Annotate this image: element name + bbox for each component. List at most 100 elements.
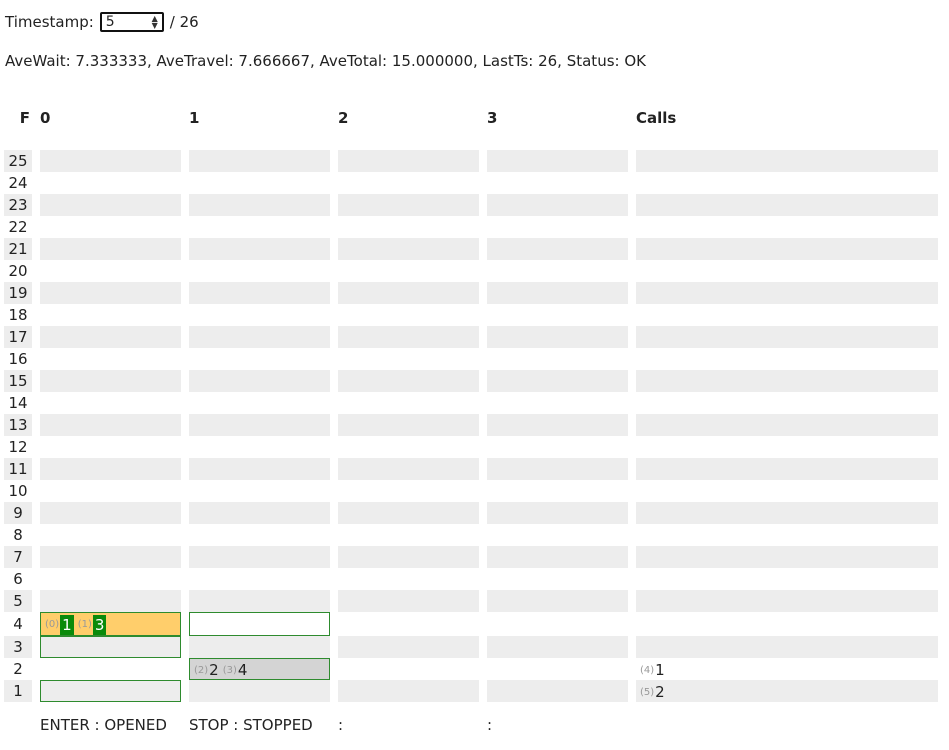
passenger-tag: (2) 2: [194, 661, 219, 679]
elevator-cell: [189, 238, 330, 260]
elevator-cell: [189, 680, 330, 702]
floor-number: 17: [4, 326, 32, 348]
elevator-cell: [487, 436, 628, 458]
floor-number: 6: [4, 568, 32, 590]
elevator-cell: [189, 348, 330, 370]
passenger-destination: 1: [655, 661, 665, 679]
elevator-cell: [189, 414, 330, 436]
floor-row: 7: [4, 546, 938, 568]
passenger-tag: (0) 1: [45, 614, 74, 635]
elevator-cell: [40, 304, 181, 326]
elevator-cell: [338, 458, 479, 480]
floor-row: 20: [4, 260, 938, 282]
legend-item: STOP : STOPPED: [189, 716, 313, 734]
elevator-cell: [487, 392, 628, 414]
floor-number: 20: [4, 260, 32, 282]
elevator-cell: [338, 304, 479, 326]
floor-row: 4 (0) 1 (1) 3: [4, 612, 938, 636]
elevator-cell: [487, 172, 628, 194]
elevator-cell: [40, 657, 181, 680]
calls-cell: (4) 1: [636, 657, 938, 680]
elevator-cell: [40, 194, 181, 216]
calls-cell: [636, 238, 938, 260]
elevator-cell: [40, 502, 181, 524]
elevator-cell: [40, 635, 181, 658]
elevator-cell: [189, 282, 330, 304]
calls-cell: [636, 392, 938, 414]
elevator-header: 3: [487, 109, 498, 127]
elevator-cell: [487, 458, 628, 480]
passenger-id: (5): [640, 686, 655, 698]
elevator-cell: [189, 524, 330, 546]
calls-cell: [636, 612, 938, 636]
floor-number: 10: [4, 480, 32, 502]
elevator-cell: [189, 458, 330, 480]
elevator-cell: [40, 680, 181, 702]
elevator-cell: [40, 150, 181, 172]
elevator-header: 1: [189, 109, 200, 127]
elevator-cell: [40, 348, 181, 370]
calls-cell: [636, 326, 938, 348]
calls-cell: [636, 150, 938, 172]
floor-row: 9: [4, 502, 938, 524]
floor-row: 18: [4, 304, 938, 326]
elevator-cell: [40, 436, 181, 458]
floor-number: 15: [4, 370, 32, 392]
calls-cell: [636, 282, 938, 304]
floor-row: 10: [4, 480, 938, 502]
elevator-cell: [338, 194, 479, 216]
elevator-cell: [338, 502, 479, 524]
elevator-cell: [189, 436, 330, 458]
calls-cell: [636, 304, 938, 326]
timestamp-stepper[interactable]: 5 ▲ ▼: [99, 12, 164, 32]
floor-row: 17: [4, 326, 938, 348]
floor-row: 22: [4, 216, 938, 238]
floor-row: 13: [4, 414, 938, 436]
elevator-cell: [338, 657, 479, 680]
calls-cell: [636, 546, 938, 568]
spinner-icon[interactable]: ▲ ▼: [152, 15, 158, 30]
elevator-cell: [338, 370, 479, 392]
elevator-cell: [189, 635, 330, 658]
elevator-cell: [338, 680, 479, 702]
elevator-cell: [40, 260, 181, 282]
passenger-destination: 3: [92, 614, 107, 635]
elevator-cell: [338, 238, 479, 260]
calls-cell: [636, 348, 938, 370]
floor-row: 24: [4, 172, 938, 194]
elevator-cell: [487, 657, 628, 680]
floor-number: 16: [4, 348, 32, 370]
legend: ENTER : OPENED STOP : STOPPED : :: [40, 716, 636, 734]
timestamp-value: 5: [105, 14, 115, 30]
elevator-cell: [40, 524, 181, 546]
elevator-cell: [338, 414, 479, 436]
elevator-cell: [338, 282, 479, 304]
elevator-cell: [189, 480, 330, 502]
floor-number: 8: [4, 524, 32, 546]
elevator-cell: [189, 590, 330, 612]
calls-cell: [636, 568, 938, 590]
elevator-cell: [487, 282, 628, 304]
elevator-cell: [189, 392, 330, 414]
elevator-cell: [40, 546, 181, 568]
floor-row: 11: [4, 458, 938, 480]
floor-number: 19: [4, 282, 32, 304]
floor-number: 7: [4, 546, 32, 568]
elevator-cell: [189, 172, 330, 194]
passenger-destination: 1: [60, 614, 74, 635]
elevator-cell: [487, 680, 628, 702]
calls-cell: [636, 260, 938, 282]
elevator-cell: [338, 590, 479, 612]
passenger-id: (1): [77, 619, 92, 630]
floor-number: 24: [4, 172, 32, 194]
elevator-cell: [338, 436, 479, 458]
elevator-cell: [338, 392, 479, 414]
calls-cell: [636, 172, 938, 194]
elevator-cell: [338, 635, 479, 658]
floor-number: 1: [4, 680, 32, 702]
elevator-cell: [487, 304, 628, 326]
calls-cell: (5) 2: [636, 680, 938, 702]
elevator-cell: [189, 260, 330, 282]
stats-line: AveWait: 7.333333, AveTravel: 7.666667, …: [5, 52, 646, 70]
passenger-id: (4): [640, 664, 655, 676]
